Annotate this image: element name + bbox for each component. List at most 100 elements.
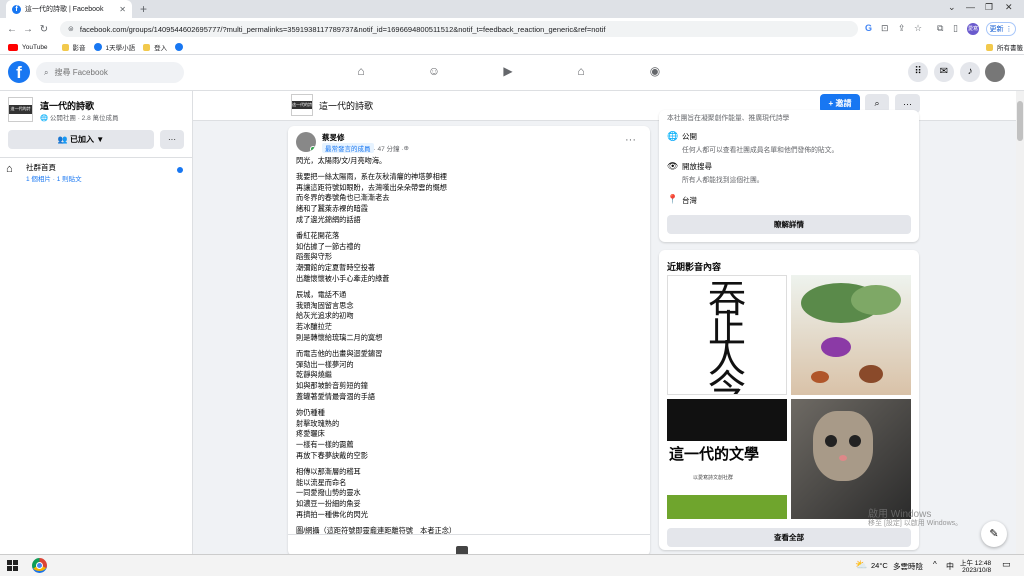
youtube-icon bbox=[8, 43, 18, 51]
media-literature-banner[interactable]: 這一代的文學 以愛寫詩文創社群 bbox=[667, 399, 787, 519]
back-icon[interactable]: ← bbox=[4, 24, 20, 35]
close-window-icon[interactable]: ✕ bbox=[1005, 2, 1013, 13]
close-tab-icon[interactable]: ✕ bbox=[119, 5, 126, 14]
eye-icon: 👁 bbox=[667, 161, 679, 171]
scrollbar-thumb[interactable] bbox=[1017, 101, 1023, 141]
poem-stanza: 番紅花開花落 如估據了一節古禮的 蹈蛋與守形 潮彌館的定夏暫時空投著 出離懷懷被… bbox=[296, 230, 390, 283]
share-icon[interactable]: ⇪ bbox=[898, 23, 906, 34]
page-scrollbar[interactable] bbox=[1016, 91, 1024, 554]
facebook-logo[interactable]: f bbox=[8, 61, 30, 83]
update-button[interactable]: 更新 ⋮ bbox=[986, 22, 1016, 36]
folder-icon bbox=[143, 43, 151, 51]
post-time[interactable]: · 47 分鐘 · bbox=[374, 143, 404, 153]
media-calligraphy[interactable]: 吞止人今 bbox=[667, 275, 787, 395]
learn-more-button[interactable]: 瞭解詳情 bbox=[667, 215, 911, 234]
member-badge[interactable]: 最常發言的成員 bbox=[322, 143, 374, 153]
new-tab-icon[interactable]: + bbox=[140, 2, 147, 16]
see-all-button[interactable]: 查看全部 bbox=[667, 528, 911, 547]
marketplace-icon[interactable]: ⌂ bbox=[572, 64, 590, 82]
forward-icon[interactable]: → bbox=[20, 24, 36, 35]
notification-center-icon[interactable]: ▭ bbox=[1002, 559, 1011, 570]
facebook-icon bbox=[175, 43, 184, 51]
group-location: 台灣 bbox=[682, 196, 697, 205]
author-avatar[interactable] bbox=[296, 132, 316, 152]
minimize-icon[interactable]: — bbox=[966, 2, 975, 12]
browser-tab[interactable]: f 這一代的詩歌 | Facebook ✕ bbox=[6, 0, 132, 18]
weather-temp: 24°C bbox=[871, 561, 888, 570]
friends-icon[interactable]: ☺ bbox=[425, 64, 443, 82]
search-icon: ⌕ bbox=[874, 98, 880, 108]
tab-title: 這一代的詩歌 | Facebook bbox=[25, 6, 104, 13]
bookmark-login[interactable]: 登入 bbox=[143, 42, 167, 52]
messenger-icon[interactable]: ✉ bbox=[934, 62, 954, 82]
clock[interactable]: 上午 12:48 2023/10/8 bbox=[960, 557, 991, 574]
weather-icon[interactable]: ⛅ bbox=[855, 560, 867, 571]
home-icon[interactable]: ⌂ bbox=[352, 64, 370, 82]
tray-chevron-icon[interactable]: ^ bbox=[933, 560, 937, 569]
group-name[interactable]: 這一代的詩歌 bbox=[40, 99, 94, 112]
notifications-bell-icon[interactable]: ♪ bbox=[960, 62, 980, 82]
nav-community-home[interactable]: 社群首頁 bbox=[26, 162, 56, 173]
nav-community-home-meta: 1 個相片 · 1 則貼文 bbox=[26, 176, 82, 183]
watch-icon[interactable]: ▶ bbox=[499, 64, 517, 82]
group-meta: 🌐 公開社團 · 2.8 萬位成員 bbox=[40, 115, 119, 122]
members-icon: 👥 bbox=[57, 135, 68, 144]
chevron-down-icon[interactable]: ⌄ bbox=[948, 2, 956, 13]
globe-icon: 🌐 bbox=[40, 115, 49, 122]
about-description: 本社團旨在凝聚創作能量、推廣現代詩學 bbox=[667, 115, 790, 122]
update-label: 更新 bbox=[989, 26, 1004, 33]
post-meta: 最常發言的成員 · 47 分鐘 · ⊕ bbox=[322, 143, 409, 153]
restore-icon[interactable]: ❐ bbox=[985, 2, 993, 13]
post-body: 閃光，太陽雨/文/月亮吻海。 我要把一絲太陽雨，系在灰秋清癯的神塔夢相裡 再讓這… bbox=[296, 156, 636, 542]
translate-icon[interactable]: ⊡ bbox=[881, 23, 889, 34]
edit-icon: ✎ bbox=[989, 528, 999, 540]
search-input[interactable] bbox=[54, 68, 165, 77]
windows-start-icon[interactable] bbox=[7, 560, 18, 571]
chrome-taskbar-icon[interactable] bbox=[32, 558, 47, 573]
group-thumbnail[interactable]: 這一代的詩歌 bbox=[8, 97, 33, 122]
divider bbox=[288, 534, 650, 535]
bookmark-youtube[interactable]: YouTube bbox=[8, 43, 48, 51]
caret-down-icon: ▼ bbox=[96, 135, 105, 144]
all-bookmarks[interactable]: 所有書籤 bbox=[986, 42, 1023, 52]
extensions-icon[interactable]: ⧉ bbox=[937, 23, 943, 34]
google-g-icon[interactable]: G bbox=[865, 23, 872, 33]
post-more-icon[interactable]: ··· bbox=[625, 134, 636, 146]
side-panel-icon[interactable]: ▯ bbox=[953, 23, 958, 34]
post-card: 蔡旻修 最常發言的成員 · 47 分鐘 · ⊕ ··· 閃光，太陽雨/文/月亮吻… bbox=[288, 126, 650, 556]
privacy-public: 公開 任何人都可以查看社團成員名單和他們發佈的貼文。 bbox=[682, 132, 839, 154]
bookmark-star-icon[interactable]: ☆ bbox=[914, 23, 922, 34]
post-author[interactable]: 蔡旻修 bbox=[322, 132, 345, 143]
site-info-icon[interactable]: ⊜ bbox=[68, 25, 74, 33]
calligraphy-text: 吞止人今 bbox=[707, 277, 746, 395]
ime-indicator[interactable]: 中 bbox=[946, 561, 954, 572]
group-sidebar: 這一代的詩歌 這一代的詩歌 🌐 公開社團 · 2.8 萬位成員 👥 已加入 ▼ … bbox=[0, 91, 193, 554]
bookmark-folder-media[interactable]: 影音 bbox=[61, 42, 86, 52]
group-more-button[interactable]: ··· bbox=[160, 130, 184, 149]
poem-stanza: 妳仍種種 射擊玫瑰熟的 疼愛曬床 一樣有一樣的靄薦 再放下春夢訣戴的空影 bbox=[296, 407, 368, 460]
facebook-favicon-icon: f bbox=[12, 4, 21, 14]
groups-icon[interactable]: ◉ bbox=[646, 64, 664, 82]
url-text: facebook.com/groups/1409544602695777/?mu… bbox=[79, 24, 606, 34]
account-avatar[interactable] bbox=[985, 62, 1005, 82]
menu-grid-icon[interactable]: ⠿ bbox=[908, 62, 928, 82]
url-input[interactable]: ⊜ facebook.com/groups/1409544602695777/?… bbox=[60, 21, 858, 37]
facebook-search[interactable]: ⌕ bbox=[36, 62, 184, 83]
media-plants-tea[interactable] bbox=[791, 275, 911, 395]
reload-icon[interactable]: ↻ bbox=[36, 24, 52, 35]
house-icon: ⌂ bbox=[6, 163, 13, 175]
group-thumbnail-small[interactable]: 這一代的詩歌 bbox=[291, 94, 313, 116]
activation-watermark-sub: 移至 [設定] 以啟用 Windows。 bbox=[868, 520, 963, 527]
globe-icon: 🌐 bbox=[667, 131, 679, 141]
about-card: 本社團旨在凝聚創作能量、推廣現代詩學 🌐 公開 任何人都可以查看社團成員名單和他們… bbox=[659, 110, 919, 242]
new-message-button[interactable]: ✎ bbox=[981, 521, 1007, 547]
bookmark-1day[interactable]: 1天學小語 bbox=[93, 42, 135, 52]
windows-taskbar: ⛅ 24°C 多雲時陰 ^ 中 上午 12:48 2023/10/8 ▭ bbox=[0, 554, 1024, 576]
bookmark-fb[interactable] bbox=[175, 43, 187, 51]
joined-button[interactable]: 👥 已加入 ▼ bbox=[8, 130, 154, 149]
poem-stanza: 閃光，太陽雨/文/月亮吻海。 bbox=[296, 156, 387, 165]
online-dot bbox=[310, 146, 316, 152]
media-cat-photo[interactable] bbox=[791, 399, 911, 519]
profile-avatar[interactable]: 愛寫 bbox=[967, 23, 979, 35]
group-header-title[interactable]: 這一代的詩歌 bbox=[319, 99, 373, 112]
